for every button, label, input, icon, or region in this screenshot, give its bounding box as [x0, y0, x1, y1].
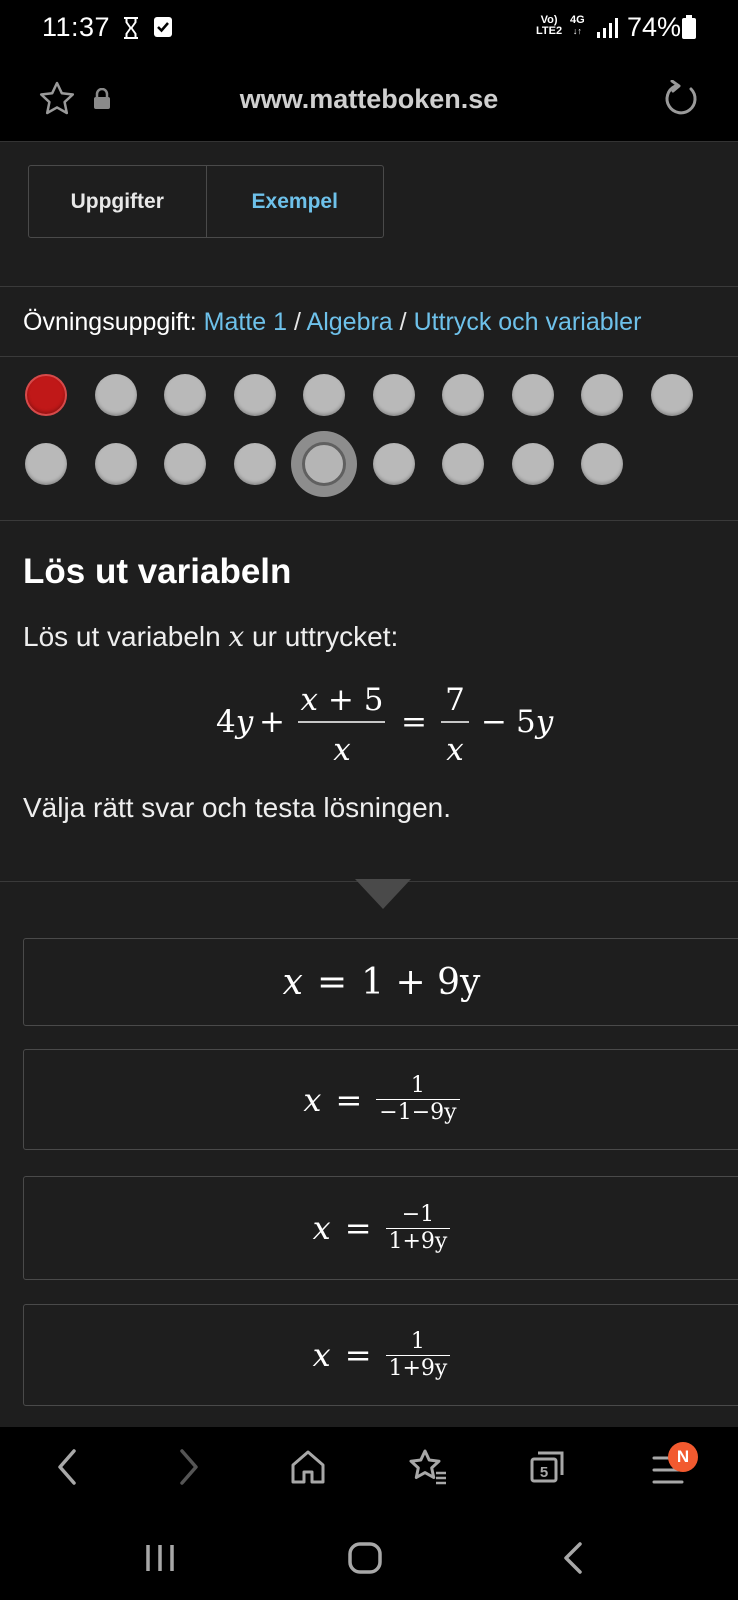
bookmarks-icon[interactable] [408, 1447, 448, 1492]
back-arrow-icon[interactable] [52, 1447, 82, 1492]
breadcrumb-separator: / [294, 308, 301, 336]
home-button-icon[interactable] [347, 1541, 383, 1580]
svg-text:4y: 4y [216, 704, 254, 740]
exercise-dot-7[interactable] [442, 374, 484, 416]
problem-equation: 4y + x + 5 x = 7 x − 5y [216, 682, 554, 768]
reload-icon[interactable] [662, 79, 700, 123]
frac1-numerator: x + 5 [301, 682, 384, 718]
exercise-dot-14[interactable] [233, 443, 276, 485]
exercise-dot-1[interactable] [25, 374, 67, 416]
battery-percentage: 74% [627, 12, 682, 42]
tab-exempel[interactable]: Exempel [207, 166, 384, 237]
answer-option-2[interactable]: x = 1 −1−9y [23, 1049, 738, 1150]
checkbox-notification-icon [153, 16, 173, 43]
system-back-icon[interactable] [560, 1541, 586, 1580]
problem-text: Lös ut variabeln x ur uttrycket: [23, 620, 399, 653]
exercise-dot-8[interactable] [511, 374, 554, 416]
volte-indicator: Vo) LTE2 [536, 14, 563, 37]
frac2-numerator: 7 [445, 682, 465, 718]
status-bar: 11:37 Vo) LTE2 4G ↓↑ 74% [0, 0, 738, 58]
exercise-dot-11[interactable] [25, 443, 67, 485]
breadcrumb-link-matte-1[interactable]: Matte 1 [204, 308, 287, 336]
status-time: 11:37 [42, 12, 111, 42]
exercise-dot-9[interactable] [581, 374, 623, 416]
url-bar: www.matteboken.se [0, 58, 738, 142]
tab-uppgifter[interactable]: Uppgifter [29, 166, 207, 237]
svg-text:5y: 5y [516, 704, 554, 740]
home-icon[interactable] [289, 1447, 327, 1492]
divider [0, 286, 738, 287]
exercise-dot-16[interactable] [372, 443, 415, 485]
exercise-dot-6[interactable] [372, 374, 415, 416]
exercise-dot-17[interactable] [442, 443, 484, 485]
exercise-dot-18[interactable] [511, 443, 554, 485]
answer-option-4[interactable]: x = 1 1+9y [23, 1304, 738, 1406]
frac1-denominator: x [333, 732, 351, 768]
url-text[interactable]: www.matteboken.se [0, 84, 738, 115]
breadcrumb-separator: / [399, 308, 407, 336]
exercise-dot-3[interactable] [164, 374, 206, 416]
exercise-dot-13[interactable] [164, 443, 206, 485]
svg-text:−: − [481, 704, 507, 740]
forward-arrow-icon[interactable] [174, 1447, 204, 1492]
answer-option-1[interactable]: x = 1 + 9y [23, 938, 738, 1026]
exercise-dot-19[interactable] [581, 443, 623, 485]
battery-icon [682, 15, 696, 44]
recent-apps-icon[interactable] [144, 1543, 176, 1578]
breadcrumb: Övningsuppgift: Matte 1 / Algebra / Uttr… [23, 308, 641, 337]
problem-variable: x [228, 620, 245, 653]
network-type-indicator: 4G ↓↑ [570, 14, 585, 37]
page-content: Uppgifter Exempel Övningsuppgift: Matte … [0, 142, 738, 1427]
system-nav-bar [0, 1515, 738, 1600]
breadcrumb-link-uttryck-och-variabler[interactable]: Uttryck och variabler [414, 308, 642, 336]
divider [0, 356, 738, 357]
exercise-dot-5[interactable] [303, 374, 345, 416]
exercise-dot-10[interactable] [650, 374, 693, 416]
mode-tabs: Uppgifter Exempel [28, 165, 384, 238]
problem-instruction: Välja rätt svar och testa lösningen. [23, 792, 452, 823]
exercise-dot-15[interactable] [302, 442, 346, 486]
hourglass-icon [122, 16, 140, 45]
breadcrumb-label: Övningsuppgift: [23, 308, 197, 336]
frac2-denominator: x [446, 732, 464, 768]
exercise-dot-2[interactable] [94, 374, 137, 416]
browser-bottom-nav: 5 [0, 1427, 738, 1515]
expand-arrow-icon [355, 879, 411, 909]
menu-notification-badge: N [668, 1442, 698, 1472]
divider [0, 520, 738, 521]
breadcrumb-link-algebra[interactable]: Algebra [307, 308, 393, 336]
tabs-icon[interactable]: 5 [528, 1447, 568, 1492]
svg-text:+: + [259, 704, 285, 740]
svg-text:=: = [401, 704, 427, 740]
tab-count: 5 [540, 1464, 548, 1481]
problem-title: Lös ut variabeln [23, 552, 292, 591]
exercise-dot-4[interactable] [233, 374, 276, 416]
answer-option-3[interactable]: x = −1 1+9y [23, 1176, 738, 1280]
signal-strength-icon [597, 18, 619, 43]
exercise-dot-12[interactable] [94, 443, 137, 485]
